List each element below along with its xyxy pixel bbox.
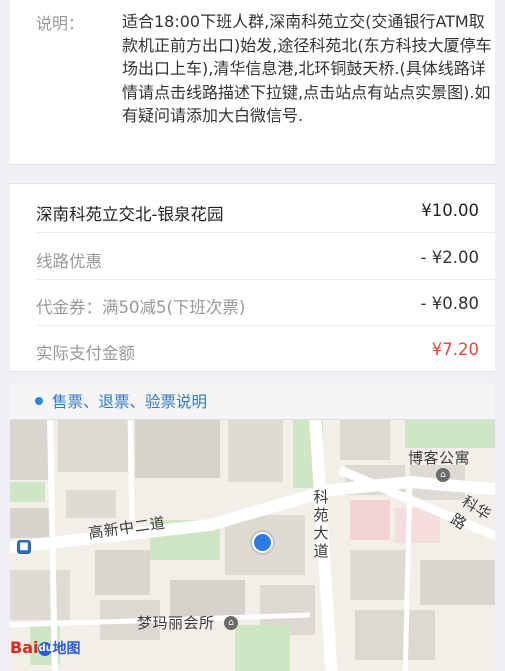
actual-payment-label: 实际支付金额 — [36, 344, 135, 363]
ticket-notice-bar[interactable]: 售票、退票、验票说明 — [10, 383, 495, 420]
apartment-icon[interactable]: ⌂ — [436, 468, 450, 482]
baidu-paw-icon: du — [38, 642, 53, 656]
description-card: 说明： 适合18:00下班人群,深南科苑立交(交通银行ATM取款机正前方出口)始… — [10, 0, 495, 165]
voucher-row[interactable]: 代金券：满50减5(下班次票) - ¥0.80 — [10, 280, 495, 326]
actual-payment-value: ¥7.20 — [431, 340, 479, 359]
actual-payment-row: 实际支付金额 ¥7.20 — [10, 326, 495, 372]
route-map[interactable]: 博客公寓 ⌂ 高新中二道 科苑大道 科华路 梦玛丽会所 ⌂ ■ Baidu地图 — [10, 420, 495, 671]
current-location-marker[interactable] — [252, 532, 273, 553]
voucher-label: 代金券：满50减5(下班次票) — [36, 298, 246, 317]
voucher-value: - ¥0.80 — [420, 294, 479, 313]
club-icon[interactable]: ⌂ — [224, 616, 238, 630]
divider — [36, 232, 495, 233]
route-name: 深南科苑立交北-银泉花园 — [36, 205, 224, 224]
map-label-boke[interactable]: 博客公寓 — [408, 447, 470, 468]
baidu-map-logo: Baidu地图 — [10, 638, 81, 657]
discount-label: 线路优惠 — [36, 252, 102, 271]
route-price-row: 深南科苑立交北-银泉花园 ¥10.00 — [10, 187, 495, 233]
price-summary-card: 深南科苑立交北-银泉花园 ¥10.00 线路优惠 - ¥2.00 代金券：满50… — [10, 183, 495, 372]
description-label: 说明： — [36, 14, 85, 33]
bullet-dot-icon — [35, 397, 43, 405]
route-price: ¥10.00 — [421, 201, 479, 220]
map-label-keyuan-road: 科苑大道 — [313, 488, 329, 560]
bus-stop-icon[interactable]: ■ — [17, 540, 31, 554]
map-label-mengma[interactable]: 梦玛丽会所 — [137, 612, 215, 633]
ticket-notice-link[interactable]: 售票、退票、验票说明 — [52, 390, 207, 412]
description-text: 适合18:00下班人群,深南科苑立交(交通银行ATM取款机正前方出口)始发,途径… — [122, 12, 492, 125]
discount-value: - ¥2.00 — [420, 248, 479, 267]
discount-row: 线路优惠 - ¥2.00 — [10, 234, 495, 280]
